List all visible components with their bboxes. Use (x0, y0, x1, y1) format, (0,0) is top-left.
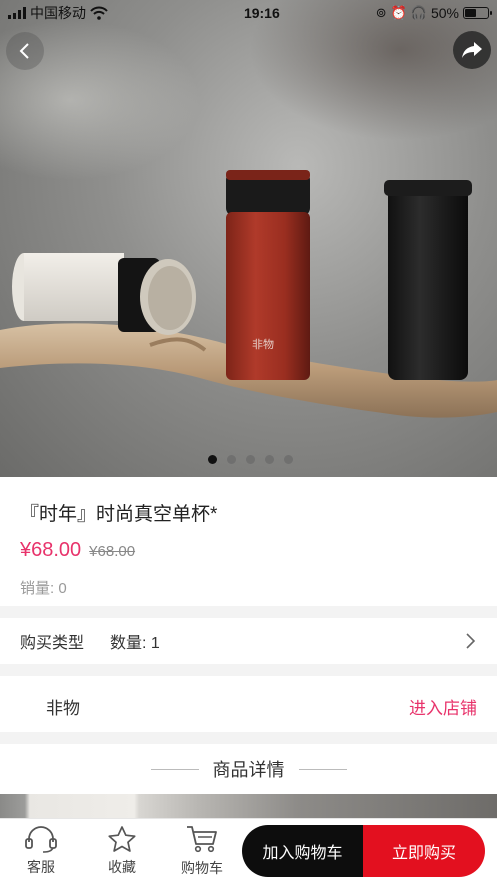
share-button[interactable] (453, 31, 491, 69)
pagination-dot[interactable] (246, 455, 255, 464)
favorite-label: 收藏 (108, 859, 136, 875)
details-heading: 商品详情 (0, 756, 497, 782)
battery-percentage: 50% (430, 5, 459, 21)
signal-icon (8, 7, 26, 19)
pagination-dot[interactable] (265, 455, 274, 464)
customer-service-tab[interactable]: 客服 (0, 825, 82, 877)
original-price: ¥68.00 (89, 543, 136, 560)
alarm-icon: ⏰ (390, 5, 407, 20)
pagination-dot[interactable] (227, 455, 236, 464)
battery-icon (463, 7, 492, 19)
heading-line (150, 768, 199, 770)
bottle-brand-label: 非物 (252, 337, 274, 351)
current-price: ¥68.00 (20, 539, 82, 561)
headphones-icon: 🎧 (410, 5, 427, 20)
customer-service-label: 客服 (27, 859, 55, 875)
product-image-gallery[interactable]: 非物 中国移动 19:16 ⊚ ⏰ 🎧 50% (0, 0, 497, 477)
add-to-cart-button[interactable]: 加入购物车 (242, 825, 363, 877)
shopping-cart-icon (187, 826, 217, 853)
section-divider (0, 732, 497, 744)
chevron-left-icon (19, 43, 29, 59)
price-block: ¥68.00 ¥68.00 (20, 539, 135, 562)
favorite-tab[interactable]: 收藏 (82, 825, 162, 877)
pagination-dot[interactable] (208, 455, 217, 464)
spec-selector-row[interactable]: 购买类型 数量: 1 (0, 618, 497, 664)
section-divider (0, 606, 497, 618)
pagination-dot[interactable] (284, 455, 293, 464)
store-row: 非物 进入店铺 (0, 680, 497, 732)
bottom-action-bar: 客服 收藏 购物车 加入购物车 立即购买 (0, 818, 497, 883)
gallery-pagination[interactable] (0, 455, 497, 464)
purchase-type-label: 购买类型 (20, 635, 85, 652)
product-title: 『时年』时尚真空单杯* (20, 504, 218, 525)
quantity-label: 数量: 1 (110, 635, 160, 652)
carrier-label: 中国移动 (30, 5, 86, 21)
status-time: 19:16 (243, 5, 280, 21)
sales-count: 销量: 0 (20, 580, 67, 597)
cart-tab[interactable]: 购物车 (162, 824, 242, 878)
product-photo: 非物 (0, 170, 497, 418)
store-name: 非物 (46, 698, 80, 718)
section-divider (0, 664, 497, 676)
headset-icon (25, 826, 57, 853)
details-heading-label: 商品详情 (212, 760, 285, 780)
cart-label: 购物车 (181, 860, 223, 876)
status-bar: 中国移动 19:16 ⊚ ⏰ 🎧 50% (0, 0, 497, 26)
share-arrow-icon (462, 42, 482, 58)
enter-store-link[interactable]: 进入店铺 (409, 694, 477, 719)
orientation-lock-icon: ⊚ (375, 5, 387, 20)
purchase-actions: 加入购物车 立即购买 (242, 825, 485, 877)
back-button[interactable] (6, 32, 44, 70)
wifi-icon (90, 6, 108, 20)
heading-line (298, 768, 347, 770)
star-icon (108, 826, 136, 852)
chevron-right-icon (466, 633, 476, 649)
buy-now-button[interactable]: 立即购买 (363, 825, 485, 877)
